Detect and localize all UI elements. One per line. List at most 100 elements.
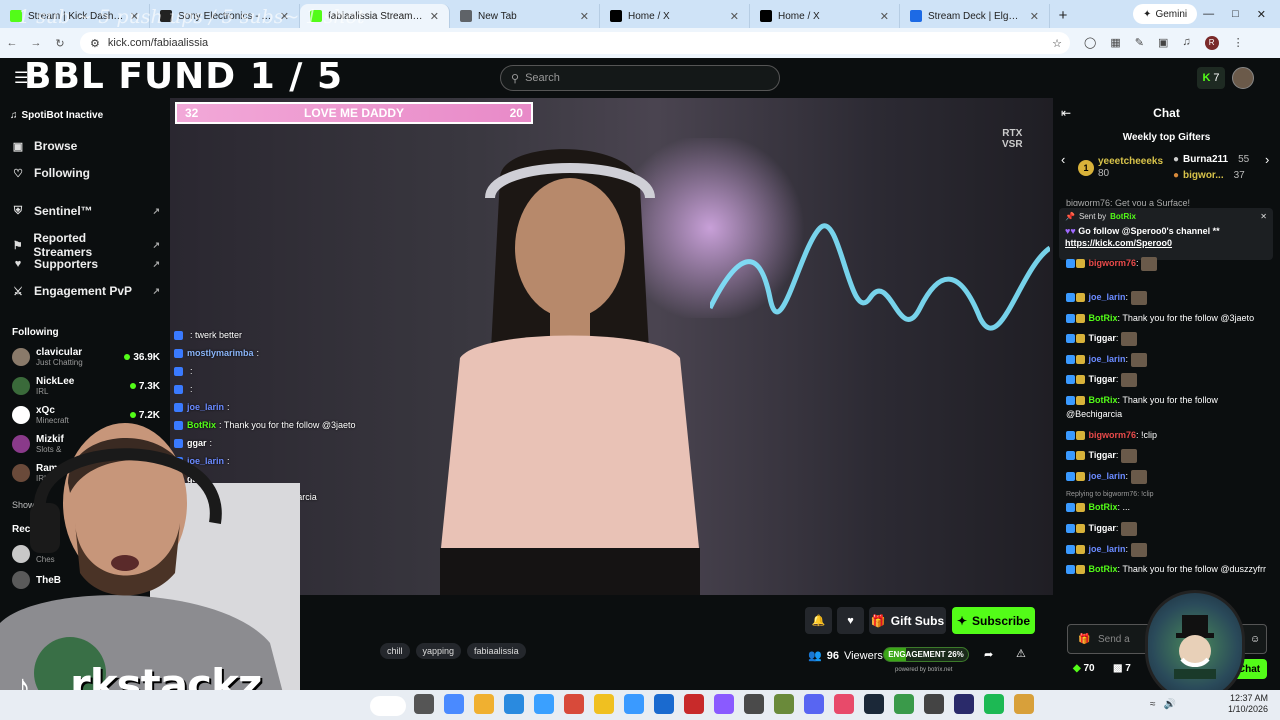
taskbar-app-icon[interactable] bbox=[804, 694, 824, 714]
share-icon[interactable]: ➦ bbox=[984, 648, 993, 661]
chevron-left-icon[interactable]: ‹ bbox=[1061, 152, 1065, 167]
channel-points[interactable]: ◆ 70 bbox=[1073, 663, 1095, 674]
new-tab-icon[interactable]: + bbox=[1050, 4, 1076, 28]
taskbar-app-icon[interactable] bbox=[774, 694, 794, 714]
site-info-icon[interactable]: ⚙ bbox=[90, 37, 100, 50]
user-avatar[interactable] bbox=[1232, 67, 1254, 89]
taskbar-app-icon[interactable] bbox=[684, 694, 704, 714]
chat-message[interactable]: BotRix: Thank you for the follow @Bechig… bbox=[1066, 393, 1271, 421]
browser-tab[interactable]: Stream Deck | Elgato Market ✕ bbox=[900, 4, 1050, 28]
taskbar-app-icon[interactable] bbox=[894, 694, 914, 714]
chat-message[interactable]: Tiggar: bbox=[1066, 521, 1271, 536]
chat-username[interactable]: joe_larin bbox=[1089, 544, 1126, 554]
tool-sentinel[interactable]: ⛨ Sentinel™ ↗ bbox=[12, 204, 160, 218]
taskbar-app-icon[interactable] bbox=[564, 694, 584, 714]
chat-message[interactable]: Tiggar: bbox=[1066, 448, 1271, 463]
chat-message[interactable]: bigworm76: !clip bbox=[1066, 428, 1271, 442]
spotibot-status[interactable]: ♫ SpotiBot Inactive bbox=[10, 110, 103, 121]
pinned-link[interactable]: https://kick.com/Speroo0 bbox=[1065, 238, 1267, 248]
top-gifter-3[interactable]: ● bigwor... 37 bbox=[1173, 170, 1245, 181]
close-tab-icon[interactable]: ✕ bbox=[880, 10, 889, 23]
taskbar-app-icon[interactable] bbox=[654, 694, 674, 714]
chat-username[interactable]: BotRix bbox=[1089, 395, 1118, 405]
chat-message[interactable]: joe_larin: bbox=[1066, 469, 1271, 484]
emote-picker-icon[interactable]: ☺ bbox=[1250, 634, 1260, 645]
browser-tab[interactable]: New Tab ✕ bbox=[450, 4, 600, 28]
top-gifter-2[interactable]: ● Burna211 55 bbox=[1173, 154, 1249, 165]
following-channel[interactable]: clavicular Just Chatting 36.9K bbox=[12, 344, 160, 370]
stream-tag[interactable]: chill bbox=[380, 643, 410, 659]
stream-tag[interactable]: fabiaalissia bbox=[467, 643, 526, 659]
chat-username[interactable]: Tiggar bbox=[1089, 374, 1116, 384]
bookmark-star-icon[interactable]: ☆ bbox=[1052, 37, 1062, 50]
maximize-icon[interactable]: □ bbox=[1232, 8, 1239, 21]
unpin-icon[interactable]: ✕ bbox=[1260, 212, 1267, 221]
search-input[interactable]: ⚲ Search bbox=[500, 65, 780, 91]
close-tab-icon[interactable]: ✕ bbox=[1030, 10, 1039, 23]
url-field[interactable]: ⚙ kick.com/fabiaalissia ☆ bbox=[80, 32, 1070, 54]
chat-message[interactable]: BotRix: Thank you for the follow @3jaeto bbox=[1066, 311, 1271, 325]
nav-following[interactable]: ♡ Following bbox=[12, 166, 160, 180]
extension-icon[interactable]: ◯ bbox=[1084, 36, 1096, 50]
close-tab-icon[interactable]: ✕ bbox=[580, 10, 589, 23]
chat-username[interactable]: joe_larin bbox=[1089, 354, 1126, 364]
chat-message[interactable]: Tiggar: bbox=[1066, 331, 1271, 346]
notification-bell-button[interactable]: 🔔 bbox=[805, 607, 832, 634]
taskbar-app-icon[interactable] bbox=[414, 694, 434, 714]
wifi-icon[interactable]: ≈ bbox=[1150, 699, 1156, 710]
media-icon[interactable]: ♫ bbox=[1182, 36, 1190, 50]
forward-icon[interactable]: → bbox=[24, 37, 48, 49]
tool-engagement-pvp[interactable]: ⚔ Engagement PvP ↗ bbox=[12, 284, 160, 298]
taskbar-clock[interactable]: 12:37 AM 1/10/2026 bbox=[1228, 693, 1268, 715]
taskbar-app-icon[interactable] bbox=[534, 694, 554, 714]
close-tab-icon[interactable]: ✕ bbox=[730, 10, 739, 23]
reload-icon[interactable]: ↻ bbox=[48, 37, 72, 50]
close-window-icon[interactable]: ✕ bbox=[1257, 8, 1266, 21]
chat-username[interactable]: Tiggar bbox=[1089, 450, 1116, 460]
taskbar-app-icon[interactable] bbox=[864, 694, 884, 714]
chat-message[interactable]: joe_larin: bbox=[1066, 542, 1271, 557]
minimize-icon[interactable]: — bbox=[1203, 8, 1214, 21]
menu-dots-icon[interactable]: ⋮ bbox=[1233, 36, 1244, 50]
split-view-icon[interactable]: ▣ bbox=[1158, 36, 1168, 50]
tool-reported-streamers[interactable]: ⚑ Reported Streamers ↗ bbox=[12, 231, 160, 259]
top-gifter-1[interactable]: 1 yeeetcheeeks 80 bbox=[1078, 156, 1163, 180]
taskbar-search[interactable] bbox=[370, 696, 406, 716]
taskbar-app-icon[interactable] bbox=[834, 694, 854, 714]
chat-username[interactable]: Tiggar bbox=[1089, 333, 1116, 343]
taskbar-app-icon[interactable] bbox=[924, 694, 944, 714]
video-player[interactable]: 32 LOVE ME DADDY 20 RTX VSR : twerk bett… bbox=[170, 98, 1053, 595]
chat-message[interactable]: joe_larin: bbox=[1066, 352, 1271, 367]
gift-subs-button[interactable]: 🎁 Gift Subs bbox=[869, 607, 946, 634]
chat-username[interactable]: Tiggar bbox=[1089, 523, 1116, 533]
chat-message[interactable]: bigworm76: bbox=[1066, 256, 1271, 271]
taskbar-app-icon[interactable] bbox=[594, 694, 614, 714]
taskbar-app-icon[interactable] bbox=[984, 694, 1004, 714]
chat-message[interactable]: BotRix: Thank you for the follow @duszzy… bbox=[1066, 562, 1271, 576]
stream-tag[interactable]: yapping bbox=[415, 643, 462, 659]
secondary-counter[interactable]: ▩ 7 bbox=[1113, 663, 1131, 674]
volume-icon[interactable]: 🔊 bbox=[1164, 699, 1176, 710]
chevron-right-icon[interactable]: › bbox=[1265, 152, 1269, 167]
chat-username[interactable]: BotRix bbox=[1089, 502, 1118, 512]
extension-icon[interactable]: ▦ bbox=[1110, 36, 1120, 50]
chat-username[interactable]: joe_larin bbox=[1089, 292, 1126, 302]
taskbar-app-icon[interactable] bbox=[744, 694, 764, 714]
chat-message[interactable]: Tiggar: bbox=[1066, 372, 1271, 387]
chat-message[interactable]: joe_larin: bbox=[1066, 290, 1271, 305]
kick-points-badge[interactable]: K 7 bbox=[1197, 67, 1225, 89]
chat-message[interactable]: BotRix: ... bbox=[1066, 500, 1271, 514]
taskbar-app-icon[interactable] bbox=[1014, 694, 1034, 714]
chat-username[interactable]: bigworm76 bbox=[1089, 430, 1137, 440]
chat-username[interactable]: BotRix bbox=[1089, 313, 1118, 323]
puzzle-icon[interactable]: ✎ bbox=[1135, 36, 1144, 50]
browser-tab[interactable]: Home / X ✕ bbox=[750, 4, 900, 28]
browser-tab[interactable]: Home / X ✕ bbox=[600, 4, 750, 28]
tool-supporters[interactable]: ♥ Supporters ↗ bbox=[12, 257, 160, 271]
following-channel[interactable]: NickLee IRL 7.3K bbox=[12, 373, 160, 399]
chat-username[interactable]: BotRix bbox=[1089, 564, 1118, 574]
profile-avatar[interactable]: R bbox=[1204, 36, 1219, 50]
chat-username[interactable]: bigworm76 bbox=[1089, 258, 1137, 268]
taskbar-app-icon[interactable] bbox=[954, 694, 974, 714]
close-tab-icon[interactable]: ✕ bbox=[430, 10, 439, 23]
